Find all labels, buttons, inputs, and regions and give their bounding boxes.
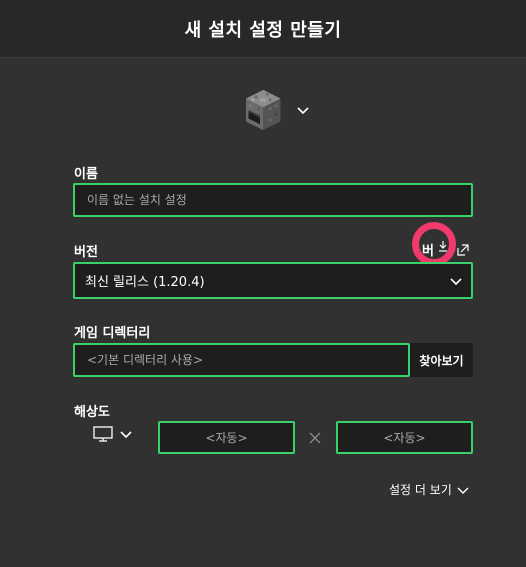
browse-button[interactable]: 찾아보기 [410, 343, 473, 377]
installation-icon-picker[interactable] [240, 87, 310, 133]
display-select[interactable] [93, 426, 133, 442]
version-selected-value: 최신 릴리스 (1.20.4) [85, 275, 205, 290]
dialog-header: 새 설치 설정 만들기 [0, 0, 526, 58]
version-select[interactable]: 최신 릴리스 (1.20.4) [73, 262, 473, 299]
resolution-height-field[interactable]: <자동> [336, 421, 473, 454]
resolution-label: 해상도 [74, 405, 110, 420]
game-directory-label: 게임 디렉터리 [74, 326, 151, 341]
game-directory-field[interactable] [73, 343, 410, 377]
dialog-title: 새 설치 설정 만들기 [184, 19, 342, 41]
create-installation-dialog: 새 설치 설정 만들기 이름 이름 없는 설치 설정 버전 버 최신 릴리스 (… [0, 0, 526, 567]
name-input[interactable] [85, 192, 461, 208]
chevron-down-icon [450, 277, 462, 285]
download-icon[interactable] [437, 240, 449, 252]
version-label: 버전 [74, 245, 98, 260]
game-directory-input[interactable] [85, 352, 398, 368]
external-link-icon[interactable] [457, 244, 469, 256]
chevron-down-icon [297, 107, 309, 115]
resolution-width-field[interactable]: <자동> [158, 421, 295, 454]
more-settings-label: 설정 더 보기 [389, 483, 452, 497]
version-tools: 버 [412, 222, 472, 266]
name-label: 이름 [74, 167, 98, 182]
resolution-height-placeholder: <자동> [383, 431, 426, 445]
times-icon [309, 432, 321, 444]
chevron-down-icon [120, 431, 132, 439]
chevron-down-icon [457, 487, 469, 494]
resolution-width-placeholder: <자동> [205, 431, 248, 445]
more-settings-toggle[interactable]: 설정 더 보기 [389, 481, 470, 498]
monitor-icon [93, 426, 113, 442]
furnace-icon [245, 89, 281, 131]
name-field[interactable] [73, 183, 473, 217]
highlight-ring [412, 222, 456, 266]
